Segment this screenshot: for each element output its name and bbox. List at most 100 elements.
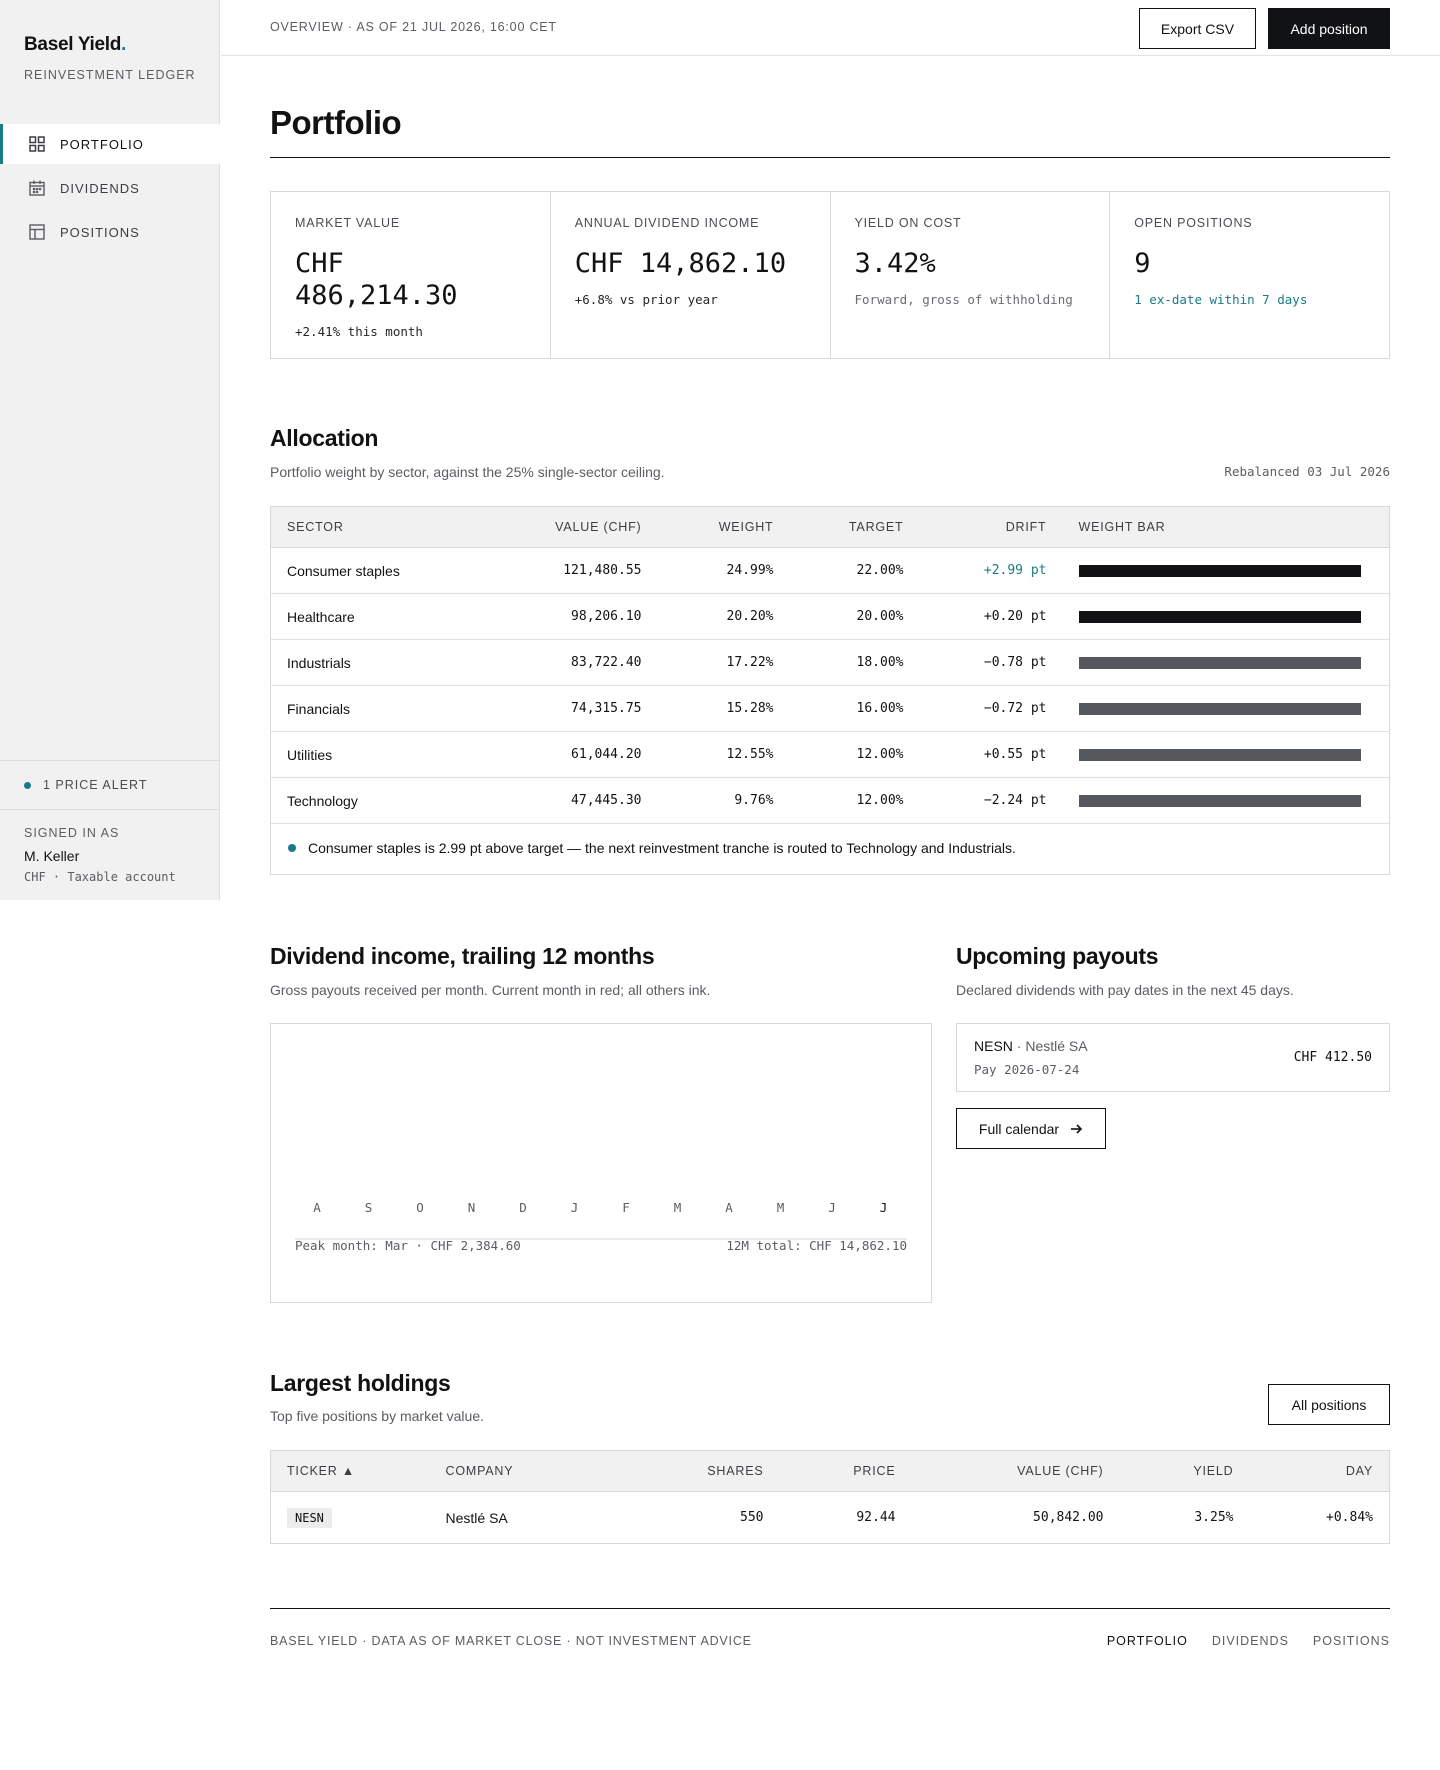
allocation-desc: Portfolio weight by sector, against the … — [270, 464, 665, 480]
col-sector[interactable]: SECTOR — [270, 506, 486, 548]
col-value[interactable]: VALUE (CHF) — [895, 1450, 1104, 1492]
weight-bar-cell — [1046, 731, 1390, 778]
kpi-market-value: MARKET VALUE CHF 486,214.30 +2.41% this … — [271, 192, 551, 358]
payout-ticker-line: NESN · Nestlé SA — [974, 1038, 1088, 1054]
brand-dot: . — [121, 34, 127, 55]
col-ticker-sorted[interactable]: TICKER ▲ — [270, 1450, 446, 1492]
weight-bar — [1078, 564, 1361, 577]
weight-bar-fill — [1078, 610, 1361, 623]
value-cell: 121,480.55 — [485, 547, 642, 594]
weight-bar — [1078, 748, 1361, 761]
col-price[interactable]: PRICE — [763, 1450, 896, 1492]
table-row[interactable]: Industrials 83,722.40 17.22% 18.00% −0.78 pt — [270, 639, 1390, 686]
sidebar-item-label: PORTFOLIO — [60, 136, 144, 152]
breadcrumb: OVERVIEW · AS OF 21 JUL 2026, 16:00 CET — [270, 20, 557, 34]
price-alert-label: 1 PRICE ALERT — [43, 778, 148, 792]
table-row[interactable]: Financials 74,315.75 15.28% 16.00% −0.72 pt — [270, 685, 1390, 732]
sidebar-item-label: POSITIONS — [60, 224, 140, 240]
sidebar-item-label: DIVIDENDS — [60, 180, 140, 196]
allocation-table: SECTOR VALUE (CHF) WEIGHT TARGET DRIFT W… — [270, 506, 1390, 824]
sidebar: Basel Yield. REINVESTMENT LEDGER PORTFOL… — [0, 0, 220, 900]
col-drift[interactable]: DRIFT — [903, 506, 1047, 548]
col-shares[interactable]: SHARES — [595, 1450, 764, 1492]
table-row[interactable]: NESN Nestlé SA 550 92.44 50,842.00 3.25%… — [271, 1492, 1390, 1544]
table-row[interactable]: Utilities 61,044.20 12.55% 12.00% +0.55 pt — [270, 731, 1390, 778]
weight-bar-fill — [1078, 564, 1361, 577]
price-alert[interactable]: 1 PRICE ALERT — [0, 760, 220, 810]
value-cell: 50,842.00 — [1033, 1510, 1104, 1525]
chart-footer: Peak month: Mar · CHF 2,384.60 12M total… — [295, 1238, 907, 1253]
month-tick-label: M — [674, 1200, 682, 1215]
peak-month: Peak month: Mar · CHF 2,384.60 — [295, 1238, 521, 1253]
weight-bar-cell — [1046, 593, 1390, 640]
payout-item[interactable]: NESN · Nestlé SA Pay 2026-07-24 CHF 412.… — [956, 1023, 1390, 1092]
month-tick-label: S — [365, 1200, 373, 1215]
dividend-chart: A S O N D J F M A M J J Peak month: Mar · CHF 2,384… — [270, 1023, 932, 1303]
brand-logo[interactable]: Basel Yield. — [24, 34, 126, 56]
note-dot-icon — [288, 844, 296, 852]
weight-cell: 12.55% — [641, 731, 774, 778]
kpi-value: 9 — [1134, 248, 1151, 279]
add-position-button[interactable]: Add position — [1268, 8, 1390, 49]
table-row[interactable]: Consumer staples 121,480.55 24.99% 22.00% +2… — [270, 547, 1390, 594]
brand-subtitle: REINVESTMENT LEDGER — [24, 68, 196, 82]
footer-link-portfolio[interactable]: PORTFOLIO — [1107, 1634, 1188, 1648]
footer-link-dividends[interactable]: DIVIDENDS — [1212, 1634, 1289, 1648]
kpi-row: MARKET VALUE CHF 486,214.30 +2.41% this … — [270, 191, 1390, 359]
table-header-row: TICKER ▲ COMPANY SHARES PRICE VALUE (CHF… — [270, 1450, 1390, 1492]
calendar-icon — [29, 180, 45, 196]
kpi-value: 3.42% — [854, 248, 936, 279]
weight-bar — [1078, 794, 1361, 807]
allocation-note: Consumer staples is 2.99 pt above target… — [270, 822, 1390, 875]
kpi-label: OPEN POSITIONS — [1134, 216, 1253, 230]
col-yield[interactable]: YIELD — [1103, 1450, 1234, 1492]
drift-cell: −0.78 pt — [903, 639, 1047, 686]
col-value[interactable]: VALUE (CHF) — [485, 506, 642, 548]
drift-cell: +2.99 pt — [903, 547, 1047, 594]
table-row[interactable]: Healthcare 98,206.10 20.20% 20.00% +0.20 pt — [270, 593, 1390, 640]
col-weight[interactable]: WEIGHT — [641, 506, 774, 548]
value-cell: 83,722.40 — [485, 639, 642, 686]
col-target[interactable]: TARGET — [773, 506, 904, 548]
weight-bar-cell — [1046, 547, 1390, 594]
month-tick-label: F — [622, 1200, 630, 1215]
sector-cell: Financials — [270, 685, 486, 732]
month-tick-label: M — [777, 1200, 785, 1215]
payout-amount: CHF 412.50 — [1293, 1050, 1372, 1065]
sidebar-item-dividends[interactable]: DIVIDENDS — [0, 168, 220, 208]
dividend-chart-title: Dividend income, trailing 12 months — [270, 943, 655, 969]
col-weight-bar: WEIGHT BAR — [1046, 506, 1390, 548]
month-tick-label: A — [725, 1200, 733, 1215]
holdings-title: Largest holdings — [270, 1370, 451, 1396]
kpi-sub: +6.8% vs prior year — [574, 292, 718, 307]
target-cell: 20.00% — [773, 593, 904, 640]
col-company[interactable]: COMPANY — [445, 1450, 596, 1492]
payouts-title: Upcoming payouts — [956, 943, 1159, 969]
full-calendar-button[interactable]: Full calendar — [956, 1108, 1106, 1149]
weight-cell: 15.28% — [641, 685, 774, 732]
alert-dot-icon — [24, 781, 31, 789]
all-positions-button[interactable]: All positions — [1268, 1384, 1390, 1425]
allocation-title: Allocation — [270, 425, 379, 451]
footer-link-positions[interactable]: POSITIONS — [1313, 1634, 1390, 1648]
kpi-sub-link[interactable]: 1 ex-date within 7 days — [1134, 292, 1365, 307]
col-day[interactable]: DAY — [1233, 1450, 1390, 1492]
kpi-annual-dividend: ANNUAL DIVIDEND INCOME CHF 14,862.10 +6.… — [551, 192, 831, 358]
sector-cell: Consumer staples — [270, 547, 486, 594]
payout-company: · Nestlé SA — [1012, 1038, 1088, 1054]
export-csv-button[interactable]: Export CSV — [1139, 8, 1256, 49]
holdings-desc: Top five positions by market value. — [270, 1408, 484, 1424]
sidebar-nav: PORTFOLIO DIVIDENDS POSITIONS — [0, 124, 220, 256]
weight-bar-fill — [1078, 656, 1361, 669]
weight-bar-fill — [1078, 748, 1361, 761]
sector-cell: Utilities — [270, 731, 486, 778]
weight-bar — [1078, 656, 1361, 669]
value-cell: 98,206.10 — [485, 593, 642, 640]
sidebar-item-positions[interactable]: POSITIONS — [0, 212, 220, 252]
table-row[interactable]: Technology 47,445.30 9.76% 12.00% −2.24 pt — [270, 777, 1390, 824]
table-icon — [29, 224, 45, 240]
sidebar-item-portfolio[interactable]: PORTFOLIO — [0, 124, 220, 164]
value-cell: 61,044.20 — [485, 731, 642, 778]
ticker-chip: NESN — [287, 1507, 332, 1528]
weight-bar — [1078, 702, 1361, 715]
